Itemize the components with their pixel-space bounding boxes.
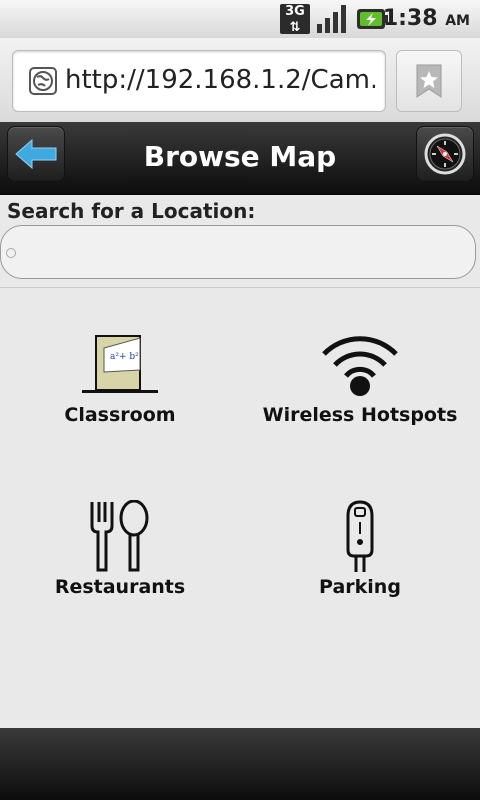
signal-icon [317,5,346,33]
page-title: Browse Map [143,140,337,173]
url-text: http://192.168.1.2/Cam... [65,65,375,95]
globe-icon [29,67,57,95]
category-label: Restaurants [54,576,186,598]
category-label: Classroom [64,404,176,426]
compass-button[interactable] [416,126,474,182]
bookmark-star-icon [416,64,442,98]
category-parking[interactable]: Parking [260,496,460,616]
bookmark-button[interactable] [396,50,462,112]
category-restaurants[interactable]: Restaurants [20,496,220,616]
divider [0,287,480,288]
browser-toolbar: http://192.168.1.2/Cam... [0,38,480,122]
url-field[interactable]: http://192.168.1.2/Cam... [12,50,386,112]
compass-icon [424,133,466,175]
category-classroom[interactable]: a²+ b² Classroom [20,320,220,440]
wifi-icon [322,336,398,396]
classroom-board-icon: a²+ b² [82,335,158,393]
parking-meter-icon [346,500,374,572]
search-icon [6,248,16,258]
category-label: Wireless Hotspots [262,404,458,426]
3g-icon: 3G ⇅ [280,4,310,35]
clock: 1:38 AM [382,6,470,31]
category-label: Parking [319,576,401,598]
fork-spoon-icon [90,500,149,572]
search-label: Search for a Location: [7,199,256,223]
footer-bar [0,728,480,800]
search-input[interactable] [0,225,476,279]
category-wireless-hotspots[interactable]: Wireless Hotspots [260,320,460,440]
board-text: a²+ b² [110,352,139,362]
status-bar: 3G ⇅ 1:38 AM [0,0,480,39]
app-header: Browse Map [0,122,480,195]
